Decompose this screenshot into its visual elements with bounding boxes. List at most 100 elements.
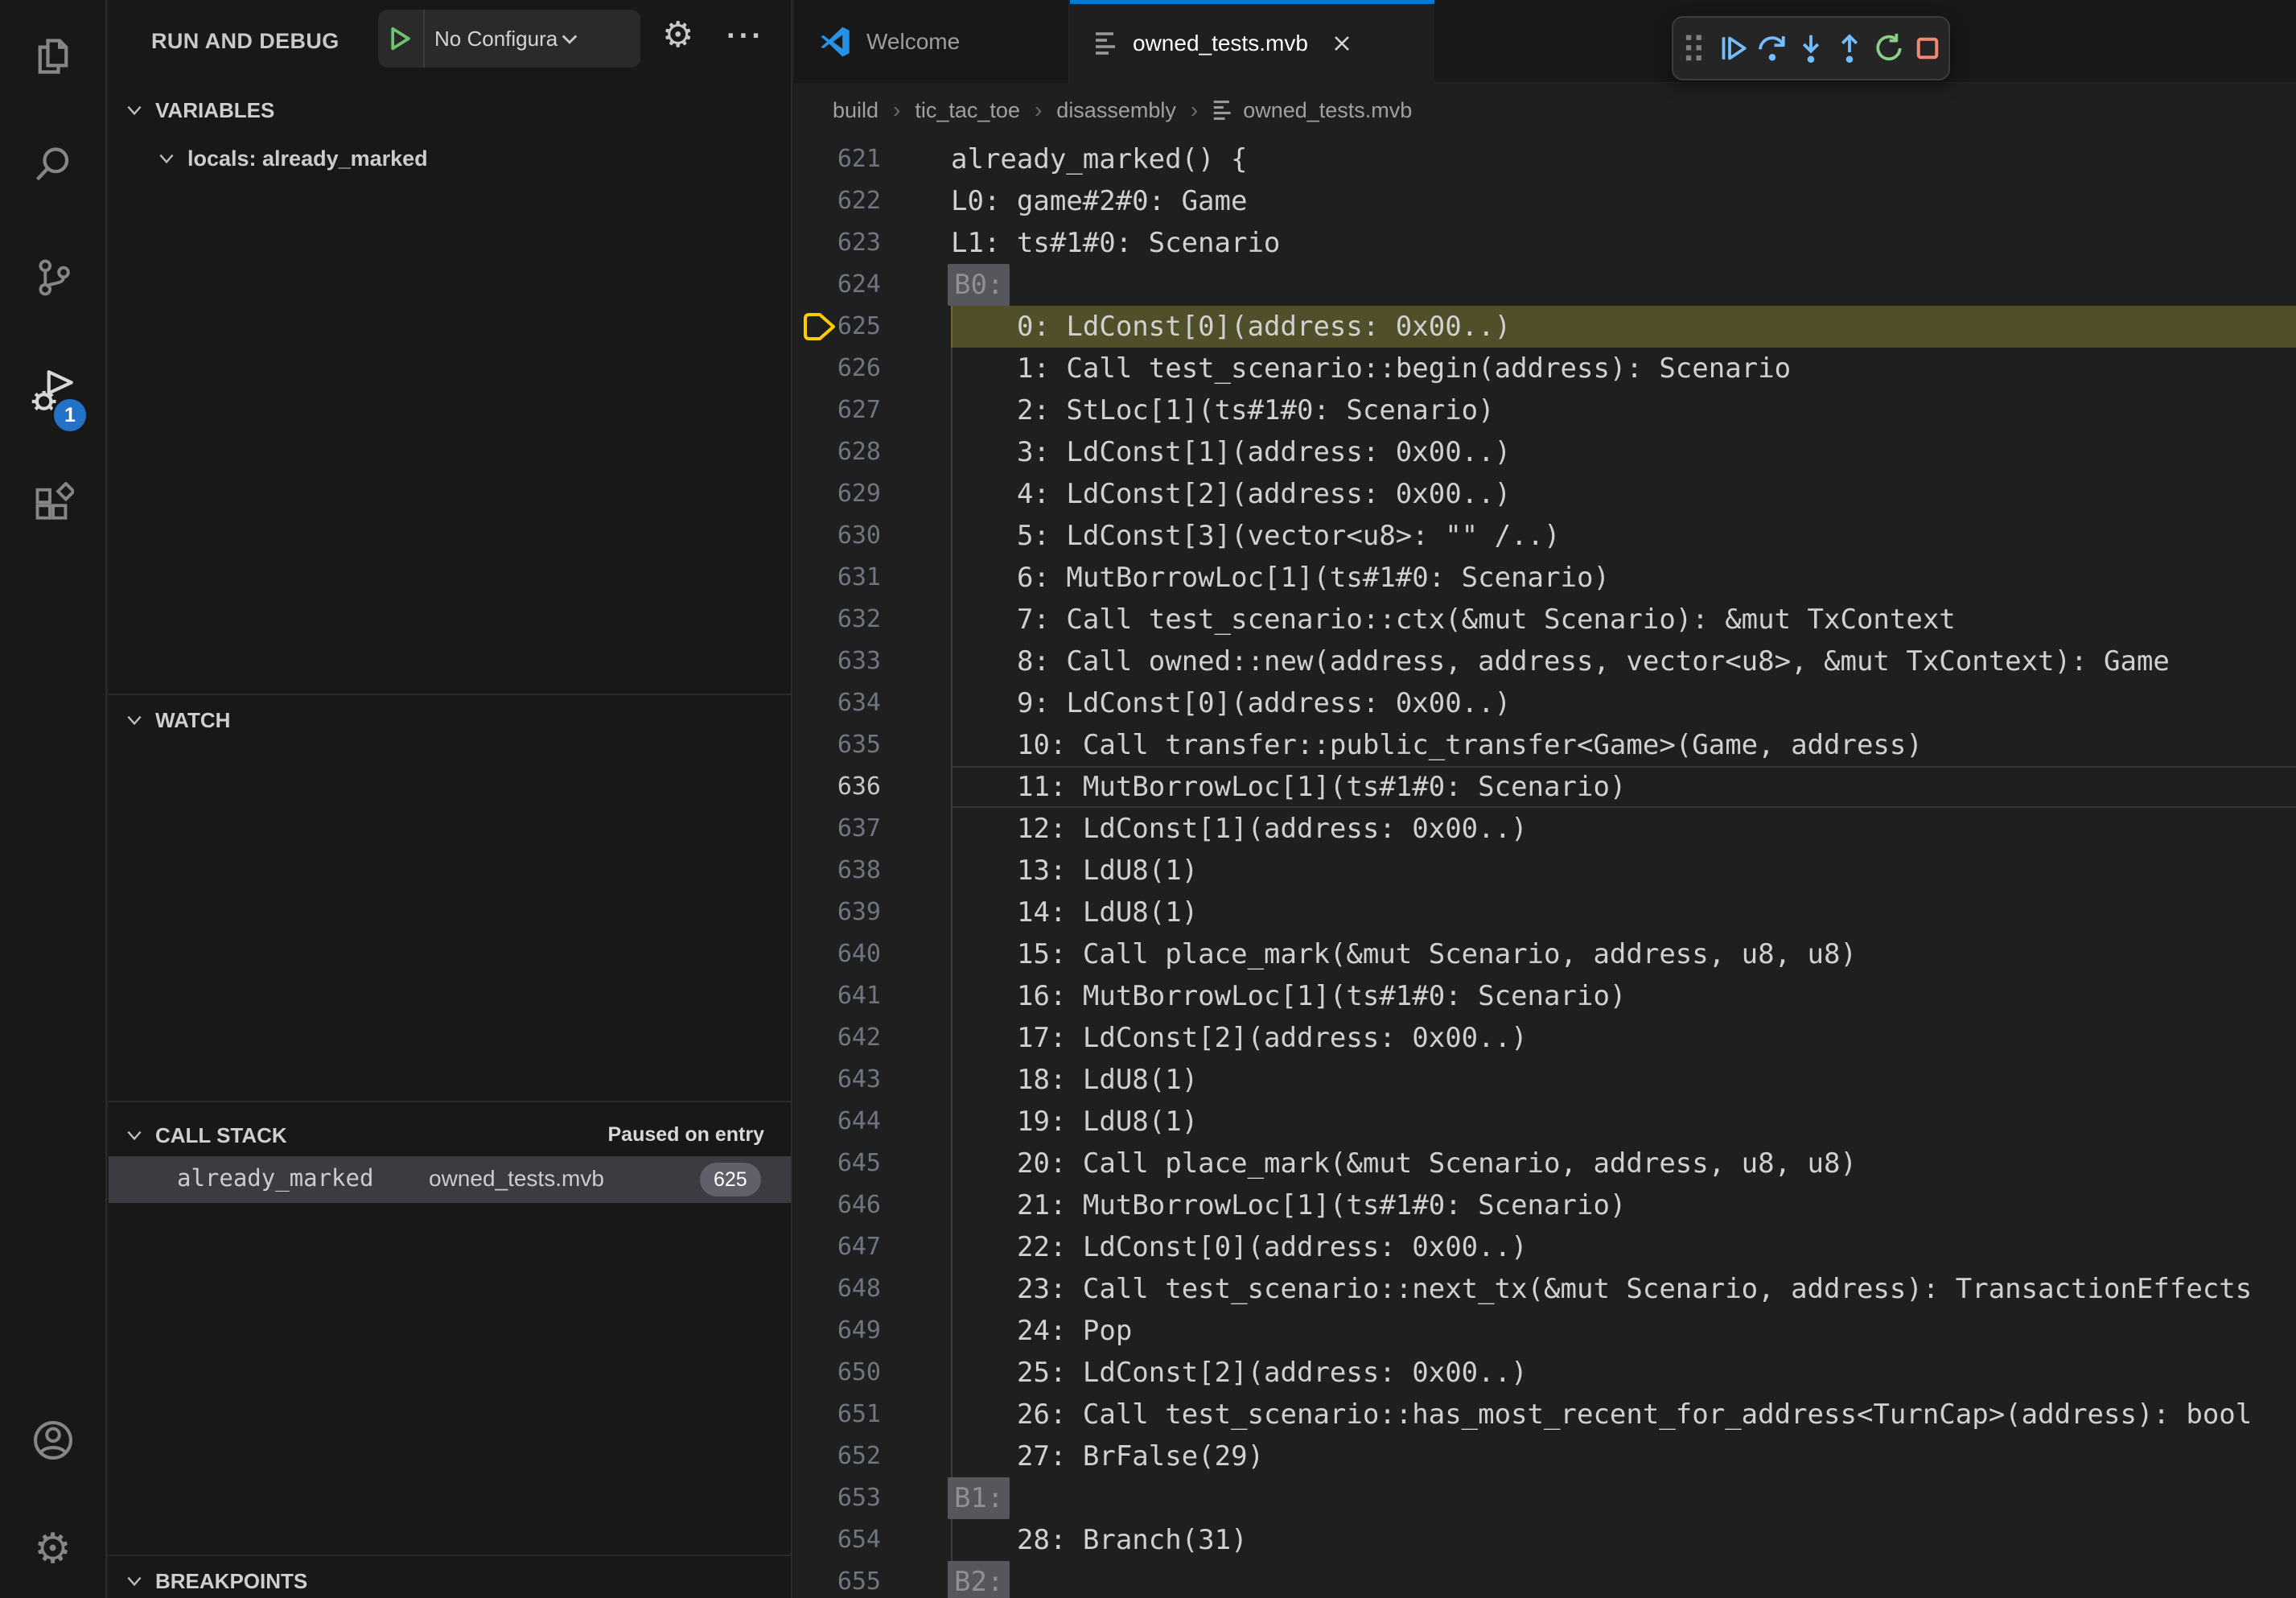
gutter[interactable]: 639 (794, 892, 951, 933)
variables-section-header[interactable]: VARIABLES (125, 92, 274, 129)
gutter[interactable]: 648 (794, 1268, 951, 1310)
gutter[interactable]: 621 (794, 138, 951, 180)
more-actions-icon[interactable]: ··· (726, 21, 764, 51)
gutter[interactable]: 629 (794, 473, 951, 515)
breakpoints-section-header[interactable]: BREAKPOINTS (125, 1563, 307, 1598)
gutter[interactable]: 631 (794, 557, 951, 599)
debug-settings-gear-icon[interactable]: ⚙ (662, 18, 693, 53)
tab-welcome[interactable]: Welcome (794, 0, 1070, 83)
breadcrumb-item[interactable]: build (833, 98, 878, 123)
code-line[interactable]: 6316: MutBorrowLoc[1](ts#1#0: Scenario) (794, 557, 2296, 599)
gutter[interactable]: 632 (794, 599, 951, 640)
gutter[interactable]: 637 (794, 808, 951, 850)
close-icon[interactable] (1331, 32, 1353, 55)
gutter[interactable]: 634 (794, 682, 951, 724)
step-out-icon[interactable] (1832, 31, 1867, 66)
gutter[interactable]: 651 (794, 1394, 951, 1435)
call-stack-frame-row[interactable]: already_marked owned_tests.mvb 625 (109, 1156, 791, 1203)
gutter[interactable]: 630 (794, 515, 951, 557)
code-line[interactable]: 6338: Call owned::new(address, address, … (794, 640, 2296, 682)
call-stack-section-header[interactable]: CALL STACK (125, 1117, 287, 1154)
watch-section-header[interactable]: WATCH (125, 702, 230, 739)
code-line[interactable]: 64924: Pop (794, 1310, 2296, 1352)
sidebar-item-extensions[interactable] (0, 458, 105, 548)
code-line[interactable]: 655B2: (794, 1561, 2296, 1598)
code-line[interactable]: 63611: MutBorrowLoc[1](ts#1#0: Scenario) (794, 766, 2296, 808)
gutter[interactable]: 627 (794, 389, 951, 431)
gutter[interactable]: 650 (794, 1352, 951, 1394)
gutter[interactable]: 641 (794, 975, 951, 1017)
code-line[interactable]: 63914: LdU8(1) (794, 892, 2296, 933)
gutter[interactable]: 644 (794, 1101, 951, 1143)
gutter[interactable]: 640 (794, 933, 951, 975)
code-line[interactable]: 64318: LdU8(1) (794, 1059, 2296, 1101)
code-line[interactable]: 6294: LdConst[2](address: 0x00..) (794, 473, 2296, 515)
gutter[interactable]: 652 (794, 1435, 951, 1477)
continue-icon[interactable] (1716, 31, 1751, 66)
code-line[interactable]: 6283: LdConst[1](address: 0x00..) (794, 431, 2296, 473)
gutter[interactable]: 623 (794, 222, 951, 264)
settings-button[interactable]: ⚙ (0, 1504, 105, 1594)
code-line[interactable]: 64722: LdConst[0](address: 0x00..) (794, 1226, 2296, 1268)
gutter[interactable]: 625 (794, 306, 951, 348)
gutter[interactable]: 624 (794, 264, 951, 306)
gutter[interactable]: 646 (794, 1184, 951, 1226)
account-button[interactable] (0, 1395, 105, 1485)
code-line[interactable]: 653B1: (794, 1477, 2296, 1519)
code-line[interactable]: 64015: Call place_mark(&mut Scenario, ad… (794, 933, 2296, 975)
gutter[interactable]: 628 (794, 431, 951, 473)
code-line[interactable]: 65025: LdConst[2](address: 0x00..) (794, 1352, 2296, 1394)
code-line[interactable]: 621already_marked() { (794, 138, 2296, 180)
sidebar-item-run-and-debug[interactable]: 1 (0, 345, 105, 435)
stop-icon[interactable] (1910, 31, 1945, 66)
gutter[interactable]: 655 (794, 1561, 951, 1598)
start-debugging-button[interactable] (378, 10, 425, 68)
breadcrumb-item[interactable]: disassembly (1056, 98, 1176, 123)
breadcrumb-item[interactable]: tic_tac_toe (915, 98, 1020, 123)
sidebar-item-search[interactable] (0, 120, 105, 210)
code-line[interactable]: 65126: Call test_scenario::has_most_rece… (794, 1394, 2296, 1435)
gutter[interactable]: 642 (794, 1017, 951, 1059)
locals-scope-row[interactable]: locals: already_marked (157, 138, 428, 179)
gutter[interactable]: 649 (794, 1310, 951, 1352)
gutter[interactable]: 622 (794, 180, 951, 222)
gutter[interactable]: 647 (794, 1226, 951, 1268)
tab-owned-tests[interactable]: owned_tests.mvb (1070, 0, 1434, 83)
code-line[interactable]: 6305: LdConst[3](vector<u8>: "" /..) (794, 515, 2296, 557)
code-line[interactable]: 624B0: (794, 264, 2296, 306)
code-line[interactable]: 6349: LdConst[0](address: 0x00..) (794, 682, 2296, 724)
gutter[interactable]: 645 (794, 1143, 951, 1184)
code-line[interactable]: 623L1: ts#1#0: Scenario (794, 222, 2296, 264)
step-over-icon[interactable] (1755, 31, 1790, 66)
gutter[interactable]: 633 (794, 640, 951, 682)
code-line[interactable]: 64419: LdU8(1) (794, 1101, 2296, 1143)
code-line[interactable]: 63510: Call transfer::public_transfer<Ga… (794, 724, 2296, 766)
debug-configuration-dropdown[interactable]: No Configura (378, 10, 640, 68)
code-line[interactable]: 63813: LdU8(1) (794, 850, 2296, 892)
code-line[interactable]: 64823: Call test_scenario::next_tx(&mut … (794, 1268, 2296, 1310)
gutter[interactable]: 643 (794, 1059, 951, 1101)
sidebar-item-explorer[interactable] (0, 11, 105, 101)
gutter[interactable]: 653 (794, 1477, 951, 1519)
step-into-icon[interactable] (1793, 31, 1829, 66)
gutter[interactable]: 638 (794, 850, 951, 892)
code-line[interactable]: 64217: LdConst[2](address: 0x00..) (794, 1017, 2296, 1059)
code-line[interactable]: 6272: StLoc[1](ts#1#0: Scenario) (794, 389, 2296, 431)
toolbar-drag-handle[interactable] (1677, 31, 1712, 66)
gutter[interactable]: 654 (794, 1519, 951, 1561)
code-line[interactable]: 65428: Branch(31) (794, 1519, 2296, 1561)
code-line[interactable]: 64520: Call place_mark(&mut Scenario, ad… (794, 1143, 2296, 1184)
restart-icon[interactable] (1871, 31, 1907, 66)
gutter[interactable]: 636 (794, 766, 951, 808)
sidebar-item-source-control[interactable] (0, 233, 105, 323)
code-line[interactable]: 6250: LdConst[0](address: 0x00..) (794, 306, 2296, 348)
code-line[interactable]: 6261: Call test_scenario::begin(address)… (794, 348, 2296, 389)
breadcrumb-item[interactable]: owned_tests.mvb (1212, 98, 1412, 123)
code-line[interactable]: 65227: BrFalse(29) (794, 1435, 2296, 1477)
gutter[interactable]: 626 (794, 348, 951, 389)
code-line[interactable]: 622L0: game#2#0: Game (794, 180, 2296, 222)
code-line[interactable]: 64621: MutBorrowLoc[1](ts#1#0: Scenario) (794, 1184, 2296, 1226)
code-line[interactable]: 63712: LdConst[1](address: 0x00..) (794, 808, 2296, 850)
gutter[interactable]: 635 (794, 724, 951, 766)
code-line[interactable]: 64116: MutBorrowLoc[1](ts#1#0: Scenario) (794, 975, 2296, 1017)
